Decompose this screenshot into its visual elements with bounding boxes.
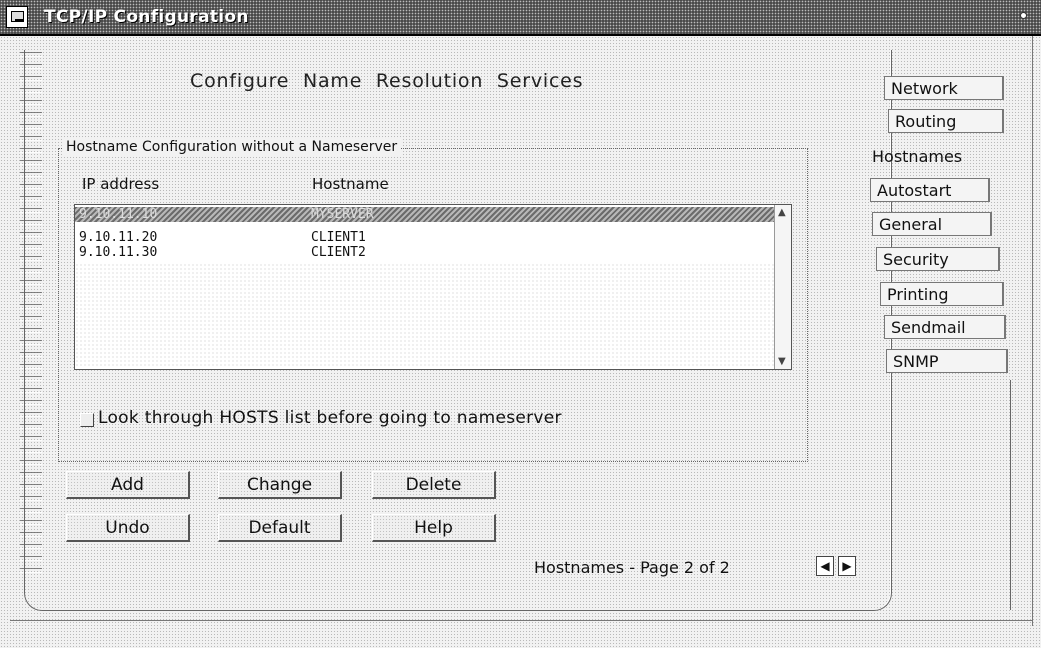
arrow-right-icon[interactable]: ▶ [838, 556, 856, 576]
add-button[interactable]: Add [66, 471, 190, 499]
list-scrollbar[interactable]: ▲ ▼ [774, 205, 791, 369]
tab-snmp[interactable]: SNMP [886, 349, 1008, 373]
tab-label: Routing [895, 112, 957, 131]
tab-label: Hostnames [872, 147, 963, 166]
arrow-down-icon[interactable]: ▼ [778, 356, 786, 367]
row-ip: 9.10.11.10 [79, 207, 158, 222]
tab-label: Autostart [877, 181, 952, 200]
tab-label: General [879, 215, 943, 234]
system-menu-icon[interactable] [6, 6, 28, 28]
column-header-hostname: Hostname [312, 175, 389, 193]
column-header-ip: IP address [82, 175, 160, 193]
table-row[interactable]: 9.10.11.10 MYSERVER [75, 207, 775, 222]
arrow-left-icon[interactable]: ◀ [816, 556, 834, 576]
group-label: Hostname Configuration without a Nameser… [62, 139, 402, 155]
row-hostname: CLIENT1 [311, 230, 366, 245]
page-indicator: Hostnames - Page 2 of 2 [534, 558, 730, 577]
delete-button[interactable]: Delete [372, 471, 496, 499]
row-ip: 9.10.11.20 [79, 230, 158, 245]
tab-label: SNMP [893, 352, 939, 371]
tab-label: Printing [887, 285, 949, 304]
tab-label: Security [883, 250, 949, 269]
tab-hostnames[interactable]: Hostnames [866, 145, 976, 169]
tab-label: Network [891, 79, 958, 98]
window-edge-right [1032, 36, 1033, 626]
row-hostname: CLIENT2 [311, 245, 366, 260]
default-button-label: Default [248, 518, 311, 538]
default-button[interactable]: Default [218, 514, 342, 542]
hosts-first-checkbox[interactable] [80, 413, 94, 427]
window-title: TCP/IP Configuration [44, 7, 249, 27]
hosts-list[interactable]: 9.10.11.10 MYSERVER 9.10.11.20 CLIENT1 9… [74, 204, 792, 370]
tab-security[interactable]: Security [876, 247, 1000, 271]
table-row[interactable]: 9.10.11.30 CLIENT2 [75, 245, 775, 260]
add-button-label: Add [111, 475, 144, 495]
tab-network[interactable]: Network [884, 76, 1004, 100]
window-edge-bottom [10, 620, 1032, 621]
tab-routing[interactable]: Routing [888, 109, 1004, 133]
row-hostname: MYSERVER [311, 207, 374, 222]
window-control-icon[interactable] [1018, 10, 1028, 20]
table-row[interactable]: 9.10.11.20 CLIENT1 [75, 230, 775, 245]
row-ip: 9.10.11.30 [79, 245, 158, 260]
page-title: Configure Name Resolution Services [190, 70, 584, 92]
delete-button-label: Delete [405, 475, 462, 495]
list-empty-area [75, 263, 775, 367]
checkbox-label: Look through HOSTS list before going to … [98, 408, 562, 428]
tab-printing[interactable]: Printing [880, 282, 1004, 306]
help-button[interactable]: Help [372, 514, 496, 542]
tab-sendmail[interactable]: Sendmail [884, 315, 1006, 339]
tab-label: Sendmail [891, 318, 966, 337]
undo-button[interactable]: Undo [66, 514, 190, 542]
notebook-right-edge [1010, 380, 1011, 610]
undo-button-label: Undo [105, 518, 150, 538]
arrow-up-icon[interactable]: ▲ [778, 207, 786, 218]
help-button-label: Help [414, 518, 453, 538]
tab-autostart[interactable]: Autostart [870, 178, 990, 202]
tab-general[interactable]: General [872, 212, 992, 236]
change-button[interactable]: Change [218, 471, 342, 499]
change-button-label: Change [246, 475, 313, 495]
